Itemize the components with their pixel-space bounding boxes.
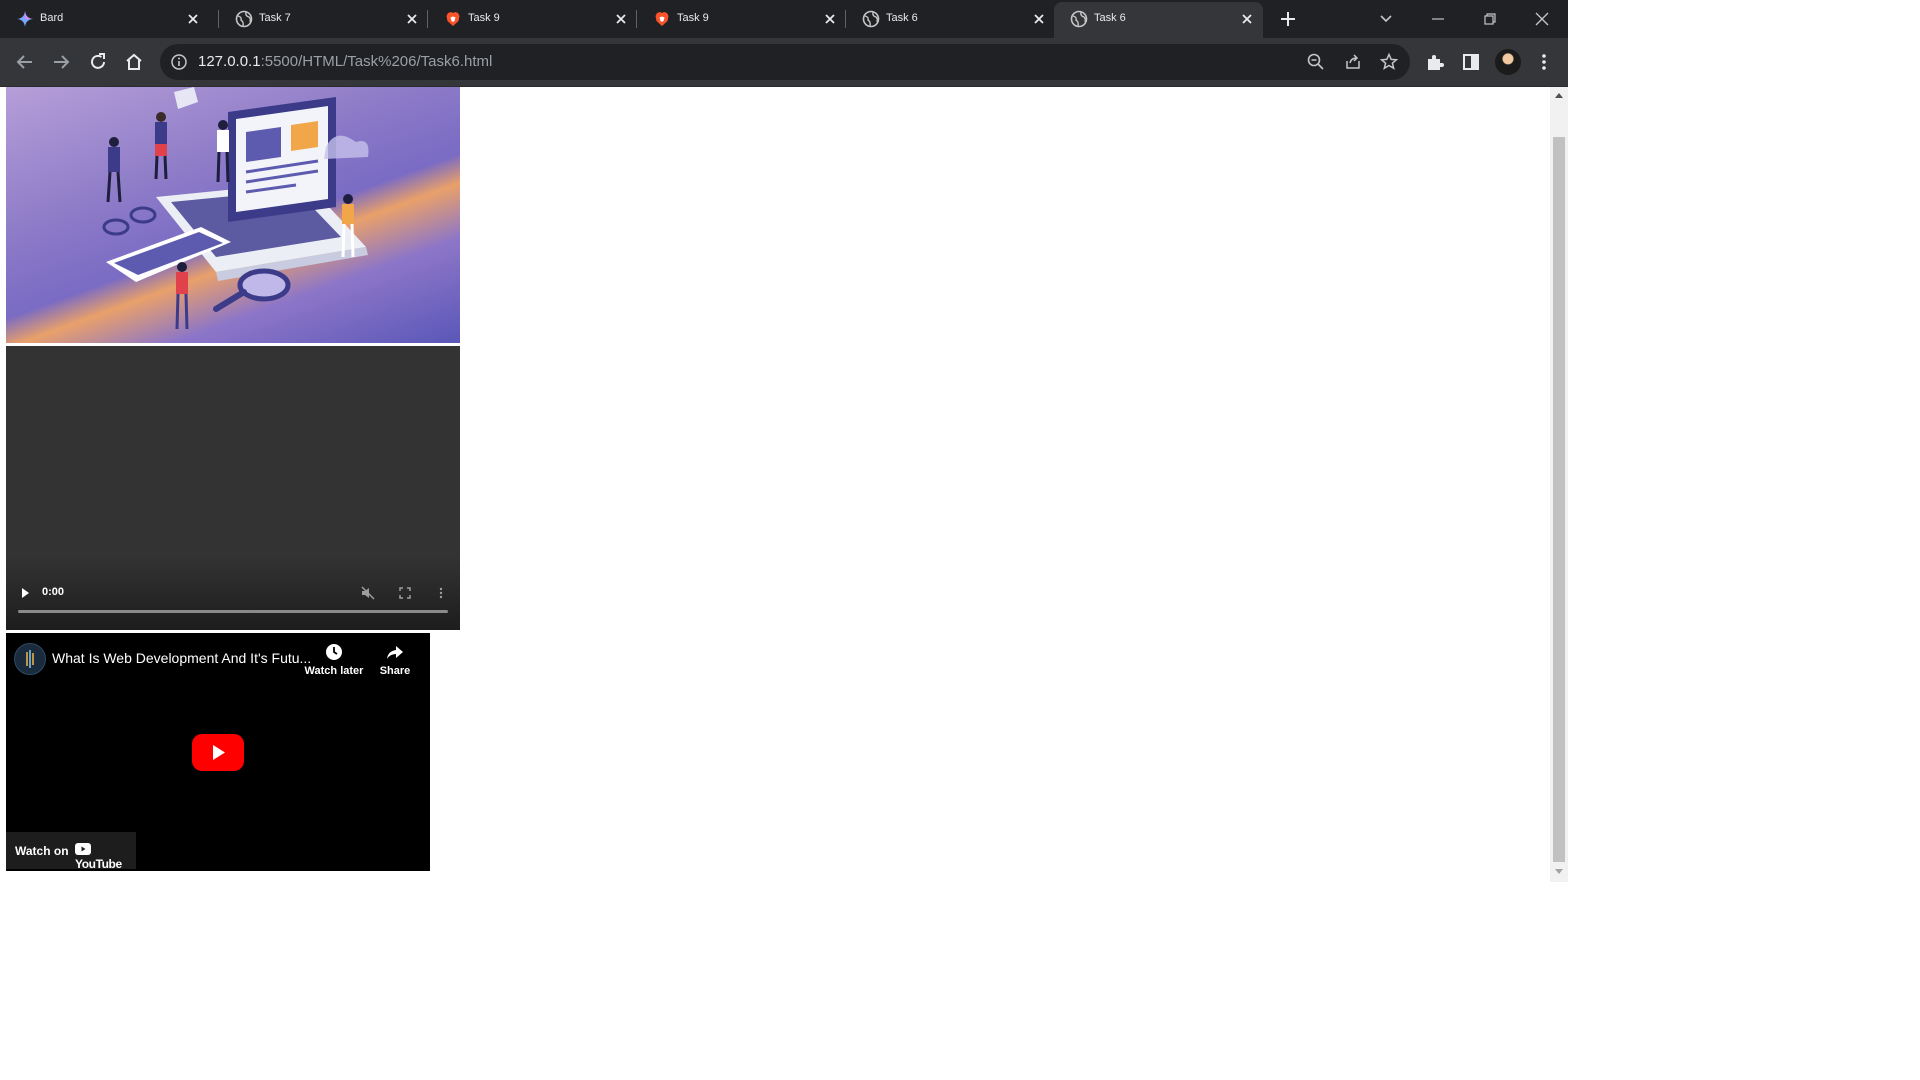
- browser-toolbar: 127.0.0.1:5500/HTML/Task%206/Task6.html: [0, 38, 1568, 87]
- tab-title: Task 9: [468, 12, 500, 24]
- page-content: 0:00 What Is Web Development And It's Fu…: [0, 87, 1550, 882]
- tab-title: Task 6: [1094, 12, 1126, 24]
- reload-icon[interactable]: [86, 50, 110, 74]
- forward-arrow-icon[interactable]: [49, 50, 73, 74]
- video-player[interactable]: 0:00: [6, 346, 460, 630]
- web-development-illustration: [6, 87, 460, 343]
- close-icon[interactable]: [820, 9, 840, 29]
- globe-icon: [862, 10, 880, 28]
- watch-on-label: Watch on: [15, 844, 69, 858]
- scroll-up-arrow-icon[interactable]: [1555, 93, 1563, 98]
- youtube-logo-icon: [75, 843, 91, 855]
- watch-later-label: Watch later: [304, 665, 364, 677]
- vertical-scrollbar[interactable]: [1550, 87, 1568, 882]
- channel-logo-icon: [26, 650, 34, 668]
- address-bar[interactable]: 127.0.0.1:5500/HTML/Task%206/Task6.html: [160, 44, 1410, 80]
- bard-icon: [17, 11, 33, 27]
- tab-title: Bard: [40, 12, 64, 24]
- tab-task-9[interactable]: Task 9: [428, 0, 637, 38]
- tab-title: Task 6: [886, 12, 918, 24]
- extensions-puzzle-icon[interactable]: [1423, 50, 1447, 74]
- globe-icon: [1070, 10, 1088, 28]
- share-label: Share: [379, 665, 411, 677]
- share-icon[interactable]: [1343, 52, 1363, 72]
- close-icon[interactable]: [1029, 9, 1049, 29]
- scroll-down-arrow-icon[interactable]: [1555, 869, 1563, 874]
- zoom-out-icon[interactable]: [1306, 52, 1326, 72]
- youtube-brand: YouTube: [75, 857, 122, 871]
- profile-avatar[interactable]: [1495, 49, 1521, 75]
- menu-kebab-icon[interactable]: [1532, 50, 1556, 74]
- watch-on-youtube-button[interactable]: Watch on YouTube: [6, 832, 136, 871]
- video-title[interactable]: What Is Web Development And It's Futu...: [52, 650, 311, 666]
- tab-task-6[interactable]: Task 6: [846, 0, 1055, 38]
- close-icon[interactable]: [611, 9, 631, 29]
- share-button[interactable]: Share: [365, 643, 425, 677]
- close-icon[interactable]: [183, 9, 203, 29]
- youtube-play-button[interactable]: [192, 734, 244, 771]
- close-icon[interactable]: [1237, 9, 1257, 29]
- tab-task-9-second[interactable]: Task 9: [637, 0, 846, 38]
- home-icon[interactable]: [122, 50, 146, 74]
- scroll-thumb[interactable]: [1553, 137, 1565, 862]
- back-arrow-icon[interactable]: [13, 50, 37, 74]
- fullscreen-icon[interactable]: [398, 586, 412, 600]
- tab-task-6-active[interactable]: Task 6: [1054, 2, 1263, 38]
- watch-later-button[interactable]: Watch later: [304, 643, 364, 677]
- brave-icon: [446, 12, 460, 26]
- share-arrow-icon: [387, 646, 403, 659]
- play-icon[interactable]: [18, 586, 32, 600]
- youtube-embed[interactable]: What Is Web Development And It's Futu...…: [6, 633, 430, 871]
- url-text[interactable]: 127.0.0.1:5500/HTML/Task%206/Task6.html: [198, 53, 492, 70]
- url-host: 127.0.0.1: [198, 53, 261, 70]
- side-panel-icon[interactable]: [1459, 50, 1483, 74]
- bookmark-star-icon[interactable]: [1379, 52, 1399, 72]
- close-window-icon[interactable]: [1529, 6, 1555, 32]
- restore-icon[interactable]: [1477, 6, 1503, 32]
- more-options-icon[interactable]: [434, 586, 448, 600]
- video-time: 0:00: [42, 586, 65, 598]
- muted-volume-icon[interactable]: [360, 585, 376, 601]
- info-icon[interactable]: [170, 53, 188, 71]
- laptop-illustration: [102, 87, 369, 330]
- tab-strip: Bard Task 7 Task 9 Task 9 Task 6 Task 6: [0, 0, 1568, 38]
- video-progress-bar[interactable]: [18, 610, 448, 613]
- globe-icon: [235, 10, 253, 28]
- close-icon[interactable]: [402, 9, 422, 29]
- tab-search-chevron-down-icon[interactable]: [1373, 6, 1399, 32]
- clock-icon: [326, 644, 342, 660]
- url-path: :5500/HTML/Task%206/Task6.html: [260, 53, 493, 70]
- youtube-logo: YouTube: [75, 843, 136, 871]
- minimize-icon[interactable]: [1425, 6, 1451, 32]
- tab-title: Task 7: [259, 12, 291, 24]
- tab-task-7[interactable]: Task 7: [219, 0, 428, 38]
- tab-title: Task 9: [677, 12, 709, 24]
- channel-avatar[interactable]: [14, 643, 46, 675]
- new-tab-plus-icon[interactable]: [1275, 6, 1301, 32]
- tab-bard[interactable]: Bard: [0, 0, 209, 38]
- brave-icon: [655, 12, 669, 26]
